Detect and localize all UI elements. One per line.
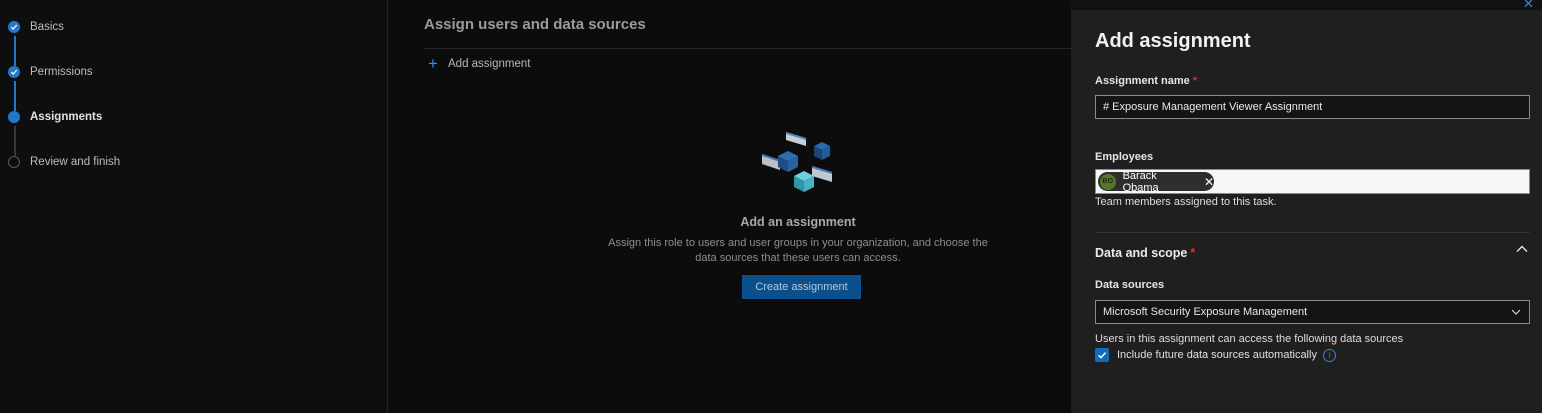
chevron-down-icon: [1511, 309, 1521, 315]
step-basics[interactable]: Basics: [8, 20, 64, 34]
empty-state-description: Assign this role to users and user group…: [608, 237, 988, 264]
data-sources-label: Data sources: [1095, 279, 1165, 291]
stepper-rail: [13, 126, 16, 156]
divider: [424, 48, 1074, 49]
step-label: Permissions: [30, 66, 93, 78]
page-title: Assign users and data sources: [424, 16, 646, 33]
check-icon: [1098, 352, 1107, 359]
include-future-checkbox[interactable]: [1095, 348, 1109, 362]
step-label: Basics: [30, 21, 64, 33]
stepper-rail: [13, 81, 16, 111]
step-permissions[interactable]: Permissions: [8, 65, 93, 79]
data-sources-selected: Microsoft Security Exposure Management: [1103, 306, 1308, 318]
create-assignment-button[interactable]: Create assignment: [742, 275, 861, 299]
cubes-illustration: [762, 132, 832, 192]
step-label: Review and finish: [30, 156, 121, 168]
plus-icon: +: [428, 54, 438, 73]
add-assignment-button[interactable]: + Add assignment: [428, 54, 531, 73]
data-scope-title: Data and scope *: [1095, 246, 1195, 260]
employees-picker[interactable]: BO Barack Obama ✕: [1095, 169, 1530, 194]
chevron-up-icon[interactable]: [1514, 241, 1530, 257]
pending-step-icon: [8, 156, 20, 168]
step-review-and-finish[interactable]: Review and finish: [8, 155, 120, 169]
employees-label: Employees: [1095, 151, 1154, 163]
remove-employee-icon[interactable]: ✕: [1204, 175, 1214, 189]
panel-title: Add assignment: [1095, 30, 1251, 52]
add-assignment-panel: ✕ Add assignment Assignment name* Employ…: [1071, 0, 1542, 413]
step-label: Assignments: [30, 111, 103, 123]
data-sources-helper-text: Users in this assignment can access the …: [1095, 333, 1404, 345]
section-divider: [1095, 232, 1530, 233]
check-icon: [8, 66, 20, 78]
employees-helper-text: Team members assigned to this task.: [1095, 196, 1277, 208]
required-mark: *: [1190, 246, 1196, 260]
employee-chip: BO Barack Obama ✕: [1098, 169, 1214, 194]
check-icon: [8, 21, 20, 33]
required-mark: *: [1192, 75, 1198, 87]
include-future-row: Include future data sources automaticall…: [1095, 348, 1336, 362]
include-future-label: Include future data sources automaticall…: [1117, 349, 1317, 361]
avatar: BO: [1100, 173, 1116, 190]
close-icon[interactable]: ✕: [1523, 0, 1534, 12]
employee-chip-name: Barack Obama: [1122, 169, 1159, 194]
label-text: Assignment name: [1095, 75, 1190, 87]
assignment-name-label: Assignment name *: [1095, 75, 1197, 87]
main-content: Assign users and data sources + Add assi…: [388, 0, 1074, 413]
step-assignments[interactable]: Assignments: [8, 110, 102, 124]
section-title-text: Data and scope: [1095, 246, 1188, 260]
wizard-stepper: Basics Permissions Assignments Review an…: [0, 0, 388, 413]
assignment-name-input[interactable]: [1095, 95, 1530, 119]
panel-header-strip: [1071, 0, 1542, 10]
add-assignment-label: Add assignment: [448, 58, 531, 70]
stepper-rail: [13, 36, 16, 66]
info-icon[interactable]: i: [1322, 348, 1336, 362]
data-sources-dropdown[interactable]: Microsoft Security Exposure Management: [1095, 300, 1530, 324]
current-step-icon: [8, 111, 20, 123]
